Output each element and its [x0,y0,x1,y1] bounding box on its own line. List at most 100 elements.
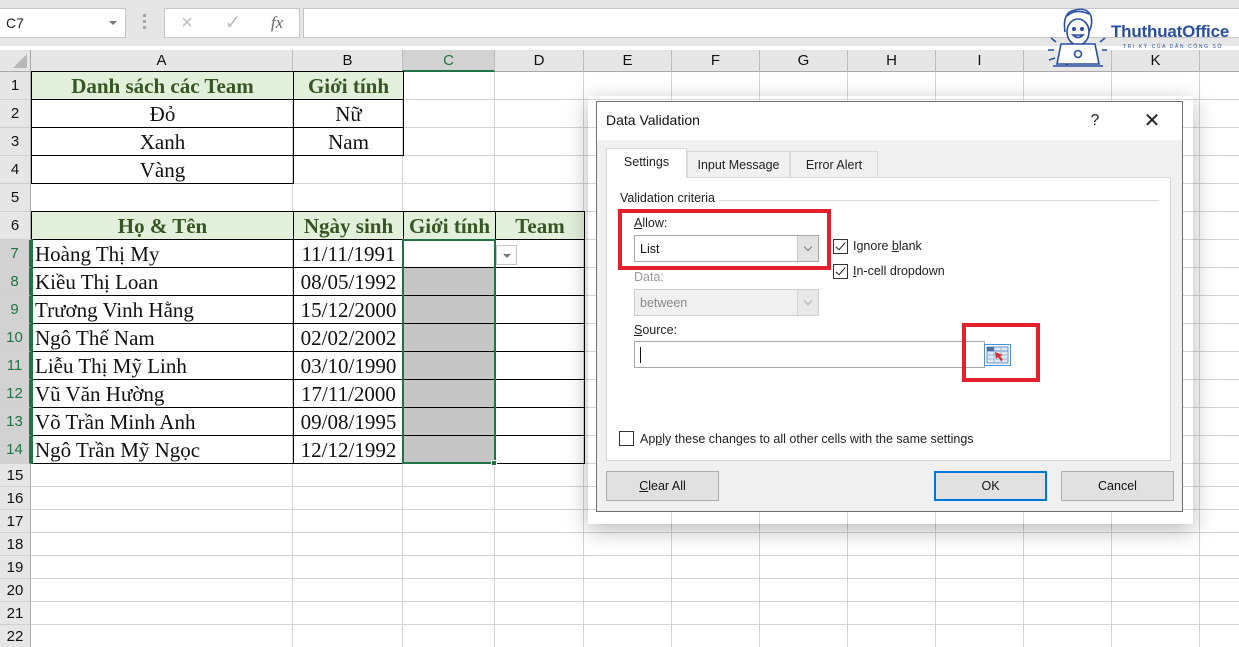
confirm-entry-icon[interactable]: ✓ [219,12,247,34]
cell[interactable] [1200,487,1239,510]
column-header-c[interactable]: C [403,50,495,72]
birth-date-cell[interactable]: 12/12/1992 [293,435,404,464]
cell[interactable] [403,487,495,510]
column-header-e[interactable]: E [584,50,672,72]
clear-all-button[interactable]: Clear All [606,471,719,501]
cell[interactable] [1200,436,1239,464]
cell[interactable] [31,464,293,487]
cell[interactable] [1200,625,1239,647]
close-button[interactable]: ✕ [1137,108,1167,134]
column-header-h[interactable]: H [848,50,936,72]
cell[interactable] [403,128,495,156]
cell[interactable] [848,556,936,579]
name-box[interactable]: C7 [0,8,126,38]
employee-name-cell[interactable]: Võ Trần Minh Anh [31,407,294,436]
cell[interactable] [760,533,848,556]
birth-date-cell[interactable]: 02/02/2002 [293,323,404,352]
cell[interactable] [31,602,293,625]
cell[interactable] [495,625,584,647]
row-header-11[interactable]: 11 [0,352,31,380]
cell[interactable] [293,510,403,533]
cell[interactable] [495,464,584,487]
cell[interactable] [495,602,584,625]
cell[interactable] [760,625,848,647]
cell[interactable] [1024,533,1112,556]
cell[interactable] [848,533,936,556]
apply-all-checkbox[interactable] [619,431,634,446]
cell[interactable] [403,100,495,128]
cell[interactable] [1024,579,1112,602]
cell[interactable] [1200,556,1239,579]
cell[interactable] [936,602,1024,625]
team-cell[interactable] [495,323,585,352]
cell[interactable] [1200,324,1239,352]
cell[interactable] [672,579,760,602]
row-header-5[interactable]: 5 [0,184,31,212]
row-header-12[interactable]: 12 [0,380,31,408]
cell[interactable] [1200,408,1239,436]
cell[interactable] [31,625,293,647]
cell[interactable] [293,579,403,602]
cell[interactable] [495,72,584,100]
cell[interactable] [31,510,293,533]
cell[interactable] [495,579,584,602]
insert-function-icon[interactable]: fx [263,12,291,34]
row-header-17[interactable]: 17 [0,510,31,533]
row-header-4[interactable]: 4 [0,156,31,184]
allow-select[interactable]: List [634,235,819,262]
cell[interactable] [403,72,495,100]
cell[interactable] [403,625,495,647]
birth-date-cell[interactable]: 03/10/1990 [293,351,404,380]
cell[interactable] [495,556,584,579]
team-cell[interactable] [495,379,585,408]
cell[interactable] [293,556,403,579]
cell[interactable] [495,156,584,184]
cell[interactable] [403,184,495,212]
cell[interactable] [293,487,403,510]
source-input[interactable] [634,341,985,368]
cell[interactable] [31,533,293,556]
row-header-22[interactable]: 22 [0,625,31,647]
dialog-titlebar[interactable]: Data Validation ? ✕ [597,102,1182,140]
cell[interactable] [1024,602,1112,625]
cell[interactable] [1200,296,1239,324]
gender-header[interactable]: Giới tính [403,211,496,240]
range-selector-button[interactable] [984,344,1011,366]
gender-cell[interactable] [403,295,496,324]
gender-list-item[interactable]: Nữ [293,99,404,128]
cell[interactable] [1024,556,1112,579]
employee-name-cell[interactable]: Trương Vinh Hằng [31,295,294,324]
team-header[interactable]: Team [495,211,585,240]
team-cell[interactable] [495,435,585,464]
row-header-15[interactable]: 15 [0,464,31,487]
cell[interactable] [584,533,672,556]
row-header-21[interactable]: 21 [0,602,31,625]
cell[interactable] [936,556,1024,579]
cell[interactable] [1200,352,1239,380]
allow-dropdown-icon[interactable] [797,236,818,261]
cell[interactable] [495,487,584,510]
cell[interactable] [1112,579,1200,602]
row-header-8[interactable]: 8 [0,268,31,296]
column-header-i[interactable]: I [936,50,1024,72]
employee-name-cell[interactable]: Liễu Thị Mỹ Linh [31,351,294,380]
cell[interactable] [403,579,495,602]
cell[interactable] [760,602,848,625]
row-header-13[interactable]: 13 [0,408,31,436]
row-header-10[interactable]: 10 [0,324,31,352]
cell[interactable] [1112,602,1200,625]
cell[interactable] [293,602,403,625]
cell[interactable] [584,556,672,579]
select-all-button[interactable] [0,50,31,72]
name-header[interactable]: Họ & Tên [31,211,294,240]
row-header-6[interactable]: 6 [0,212,31,240]
column-header-b[interactable]: B [293,50,403,72]
cell[interactable] [403,533,495,556]
row-header-14[interactable]: 14 [0,436,31,464]
cell[interactable] [403,156,495,184]
cell[interactable] [293,184,403,212]
gender-cell[interactable] [403,239,496,268]
birth-date-cell[interactable]: 11/11/1991 [293,239,404,268]
birth-date-cell[interactable]: 09/08/1995 [293,407,404,436]
cell[interactable] [31,579,293,602]
